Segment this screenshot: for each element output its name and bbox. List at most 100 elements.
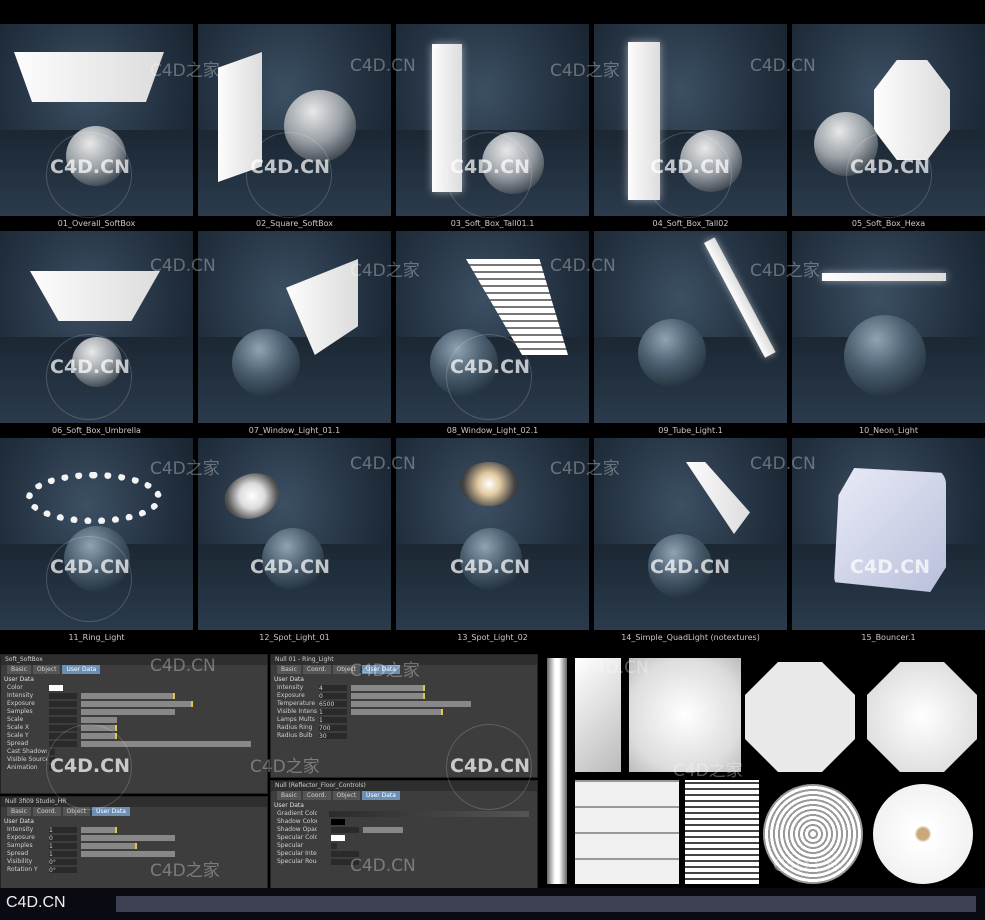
horizontal-scrollbar[interactable] [116,896,976,912]
tab-object[interactable]: Object [332,665,361,674]
param-label: Rotation Y [7,866,38,873]
texture-atlas: C4D.CN C4D之家 C4D.CN [543,652,985,888]
param-slider[interactable] [351,709,443,715]
param-slider[interactable] [351,685,425,691]
preset-thumbnail-07[interactable]: 07_Window_Light_01.1 [198,231,391,438]
param-field[interactable]: 0 [49,835,77,842]
param-slider[interactable] [363,827,403,833]
param-label: Radius Bulb [277,732,313,739]
param-checkbox[interactable] [331,843,337,849]
param-slider[interactable] [81,709,175,715]
section-header: User Data [4,676,34,683]
preset-caption: 11_Ring_Light [0,630,193,645]
param-field[interactable]: 700 [319,725,347,732]
panel-title: Null 3fi09 Studio_HR [1,797,267,807]
param-field[interactable]: 1 [319,717,347,724]
param-slider[interactable] [81,851,175,857]
watermark-logo: C4D.CN [450,156,530,178]
render-preview [198,231,391,423]
param-field[interactable]: 4 [319,685,347,692]
param-label: Visible Intensity [277,708,317,715]
preset-caption: 14_Simple_QuadLight (notextures) [594,630,787,645]
tab-user-data[interactable]: User Data [362,791,400,800]
render-preview [396,438,589,630]
color-swatch[interactable] [331,835,345,841]
param-field[interactable]: 1 [49,827,77,834]
tab-basic[interactable]: Basic [277,791,301,800]
param-field[interactable] [49,701,77,707]
param-label: Specular [277,842,304,849]
param-label: Temperature [277,700,316,707]
watermark-logo: C4D.CN [450,556,530,578]
param-field[interactable] [331,859,359,865]
param-field[interactable]: 6500 [319,701,347,708]
spot-ring-texture [763,784,863,884]
preset-thumbnail-15[interactable]: 15_Bouncer.1 [792,438,985,645]
param-slider[interactable] [81,827,117,833]
tab-coord[interactable]: Coord. [302,665,331,674]
tab-basic[interactable]: Basic [7,665,31,674]
watermark-logo: C4D.CN [850,556,930,578]
param-field[interactable] [49,693,77,699]
window-texture [575,780,679,884]
watermark-logo: C4D.CN [50,755,130,777]
preset-caption: 07_Window_Light_01.1 [198,423,391,438]
umbrella-texture [867,662,977,772]
param-field[interactable] [331,827,359,833]
param-field[interactable]: 0° [49,867,77,874]
tab-coord[interactable]: Coord. [302,791,331,800]
attribute-panel-studio: Null 3fi09 Studio_HR Basic Coord. Object… [0,796,268,890]
render-preview [198,438,391,630]
tab-user-data[interactable]: User Data [62,665,101,674]
param-slider[interactable] [351,693,425,699]
preset-thumbnail-13[interactable]: 13_Spot_Light_02 [396,438,589,645]
param-slider[interactable] [81,693,175,699]
param-slider[interactable] [81,843,137,849]
tab-basic[interactable]: Basic [277,665,301,674]
param-field[interactable] [49,709,77,715]
param-field[interactable] [49,717,77,723]
param-field[interactable]: 1 [49,851,77,858]
param-label: Shadow Color [277,818,317,825]
preset-thumbnail-12[interactable]: 12_Spot_Light_01 [198,438,391,645]
spot-light [218,465,286,527]
color-swatch[interactable] [49,685,63,691]
preset-caption: 04_Soft_Box_Tall02 [594,216,787,231]
param-label: Samples [7,708,33,715]
param-label: Visibility [7,858,33,865]
tube-texture [547,658,567,884]
gradient-field[interactable] [329,811,529,817]
footer-bar: C4D.CN [0,888,985,920]
param-slider[interactable] [81,717,117,723]
param-field[interactable]: 30 [319,733,347,740]
tab-object[interactable]: Object [32,665,61,674]
param-slider[interactable] [81,835,175,841]
watermark-logo: C4D.CN [50,156,130,178]
param-field[interactable]: 0 [319,693,347,700]
param-label: Spread [7,740,29,747]
color-swatch[interactable] [331,819,345,825]
tab-coord[interactable]: Coord. [32,807,61,816]
param-slider[interactable] [81,701,193,707]
preset-thumbnail-09[interactable]: 09_Tube_Light.1 [594,231,787,438]
param-field[interactable] [331,851,359,857]
preset-caption: 15_Bouncer.1 [792,630,985,645]
param-slider[interactable] [351,701,471,707]
sphere [638,319,706,387]
tab-object[interactable]: Object [332,791,361,800]
param-label: Cast Shadows [7,748,47,755]
preset-thumbnail-10[interactable]: 10_Neon_Light [792,231,985,438]
preset-thumbnail-14[interactable]: 14_Simple_QuadLight (notextures) [594,438,787,645]
tab-user-data[interactable]: User Data [362,665,400,674]
ring-light [26,472,162,524]
preset-caption: 08_Window_Light_02.1 [396,423,589,438]
param-field[interactable]: 1 [49,843,77,850]
param-field[interactable]: 1 [319,709,347,716]
top-black-strip [0,0,985,24]
preset-caption: 06_Soft_Box_Umbrella [0,423,193,438]
panel-title: Soft_SoftBox [1,655,267,665]
tab-basic[interactable]: Basic [7,807,31,816]
param-field[interactable]: 0° [49,859,77,866]
octagon-texture [745,662,855,772]
square-softbox-texture [629,658,741,772]
